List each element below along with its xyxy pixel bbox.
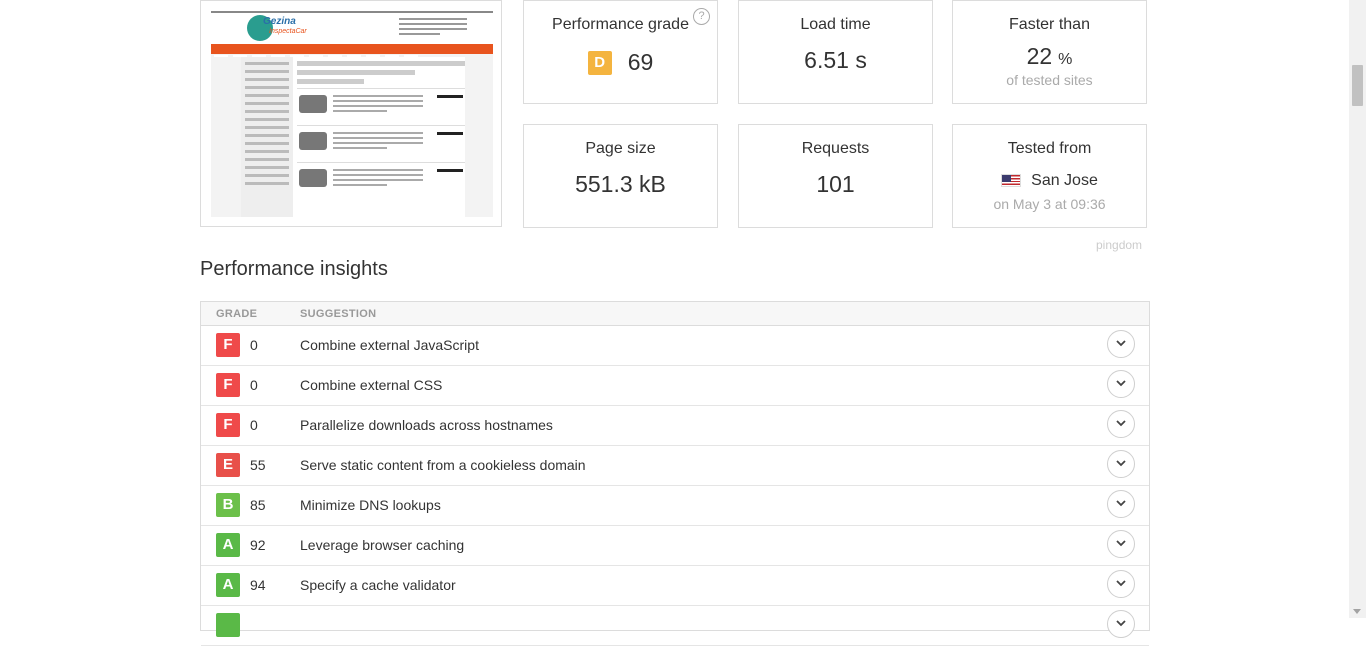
performance-grade-title: Performance grade (552, 16, 689, 33)
column-header-grade: GRADE (216, 308, 258, 320)
grade-score: 85 (250, 497, 266, 513)
grade-score: 55 (250, 457, 266, 473)
chevron-down-icon (1116, 380, 1126, 387)
suggestion-text: Leverage browser caching (300, 537, 465, 553)
tested-from-location: San Jose (1031, 171, 1098, 189)
faster-than-title: Faster than (1009, 16, 1090, 33)
pingdom-logo: pingdom (1096, 238, 1143, 252)
thumb-main (297, 57, 465, 217)
site-screenshot-image: Gezina InspectaCar (211, 11, 493, 217)
page-size-card: Page size 551.3 kB (523, 124, 718, 228)
expand-button[interactable] (1107, 530, 1135, 558)
grade-badge (216, 613, 240, 637)
faster-than-unit: % (1058, 51, 1073, 68)
chevron-down-icon (1116, 500, 1126, 507)
grade-badge: F (216, 413, 240, 437)
grade-score: 0 (250, 337, 258, 353)
expand-button[interactable] (1107, 450, 1135, 478)
faster-than-sub: of tested sites (1006, 72, 1093, 88)
faster-than-card: Faster than 22% of tested sites (952, 0, 1147, 104)
insight-row[interactable]: F 0 Combine external JavaScript (201, 325, 1149, 366)
tested-from-date: on May 3 at 09:36 (993, 196, 1106, 212)
tested-from-title: Tested from (1007, 140, 1092, 157)
expand-button[interactable] (1107, 610, 1135, 638)
tested-from-card: Tested from San Jose on May 3 at 09:36 (952, 124, 1147, 228)
insights-title: Performance insights (200, 258, 388, 280)
expand-button[interactable] (1107, 490, 1135, 518)
page-scrollbar[interactable] (1349, 0, 1366, 618)
requests-title: Requests (801, 140, 870, 157)
thumb-logo-text: Gezina (263, 16, 296, 27)
faster-than-value-row: 22% (953, 43, 1146, 70)
insight-row[interactable]: E 55 Serve static content from a cookieles… (201, 445, 1149, 486)
grade-score: 94 (250, 577, 266, 593)
grade-badge: F (216, 333, 240, 357)
thumb-logo-subtext: InspectaCar (269, 28, 307, 35)
chevron-down-icon (1116, 540, 1126, 547)
grade-badge: A (216, 573, 240, 597)
expand-button[interactable] (1107, 370, 1135, 398)
scroll-down-arrow-icon[interactable] (1353, 609, 1361, 614)
suggestion-text: Combine external CSS (300, 377, 443, 393)
performance-grade-score: 69 (627, 49, 654, 76)
chevron-down-icon (1116, 420, 1126, 427)
grade-badge: E (216, 453, 240, 477)
performance-grade-value-row: D 69 (524, 48, 717, 76)
chevron-down-icon (1116, 340, 1126, 347)
expand-button[interactable] (1107, 330, 1135, 358)
suggestion-text: Serve static content from a cookieless d… (300, 457, 586, 473)
load-time-title: Load time (800, 16, 871, 33)
scrollbar-thumb[interactable] (1352, 65, 1363, 106)
suggestion-text: Minimize DNS lookups (300, 497, 441, 513)
chevron-down-icon (1116, 460, 1126, 467)
column-header-suggestion: SUGGESTION (300, 308, 377, 320)
grade-badge: D (587, 50, 612, 75)
grade-score: 92 (250, 537, 266, 553)
requests-card: Requests 101 (738, 124, 933, 228)
page-size-value: 551.3 kB (575, 171, 666, 197)
insight-row[interactable] (201, 605, 1149, 646)
grade-score: 0 (250, 417, 258, 433)
suggestion-text: Specify a cache validator (300, 577, 456, 593)
insight-row[interactable]: A 92 Leverage browser caching (201, 525, 1149, 566)
page-size-title: Page size (585, 140, 656, 157)
insight-row[interactable]: F 0 Combine external CSS (201, 365, 1149, 406)
load-time-card: Load time 6.51 s (738, 0, 933, 104)
expand-button[interactable] (1107, 410, 1135, 438)
insights-table-header: GRADE SUGGESTION (201, 302, 1149, 326)
chevron-down-icon (1116, 580, 1126, 587)
insight-row[interactable]: A 94 Specify a cache validator (201, 565, 1149, 606)
grade-badge: A (216, 533, 240, 557)
insight-row[interactable]: B 85 Minimize DNS lookups (201, 485, 1149, 526)
requests-value: 101 (816, 171, 855, 197)
thumb-sidebar (241, 57, 293, 217)
site-screenshot: Gezina InspectaCar (200, 0, 502, 227)
us-flag-icon (1001, 174, 1022, 188)
help-icon[interactable]: ? (693, 8, 710, 25)
insight-row[interactable]: F 0 Parallelize downloads across hostnames (201, 405, 1149, 446)
thumb-contact (399, 18, 467, 38)
grade-score: 0 (250, 377, 258, 393)
chevron-down-icon (1116, 620, 1126, 627)
load-time-value: 6.51 s (804, 47, 867, 73)
thumb-nav (211, 44, 493, 57)
grade-badge: F (216, 373, 240, 397)
insights-table: GRADE SUGGESTION F 0 Combine external Java… (200, 301, 1150, 646)
performance-grade-card: Performance grade ? D 69 (523, 0, 718, 104)
suggestion-text: Parallelize downloads across hostnames (300, 417, 553, 433)
expand-button[interactable] (1107, 570, 1135, 598)
suggestion-text: Combine external JavaScript (300, 337, 479, 353)
tested-from-location-row: San Jose (953, 166, 1146, 193)
thumb-body (241, 57, 465, 217)
grade-badge: B (216, 493, 240, 517)
thumb-header: Gezina InspectaCar (211, 11, 493, 46)
faster-than-value: 22 (1026, 43, 1053, 69)
